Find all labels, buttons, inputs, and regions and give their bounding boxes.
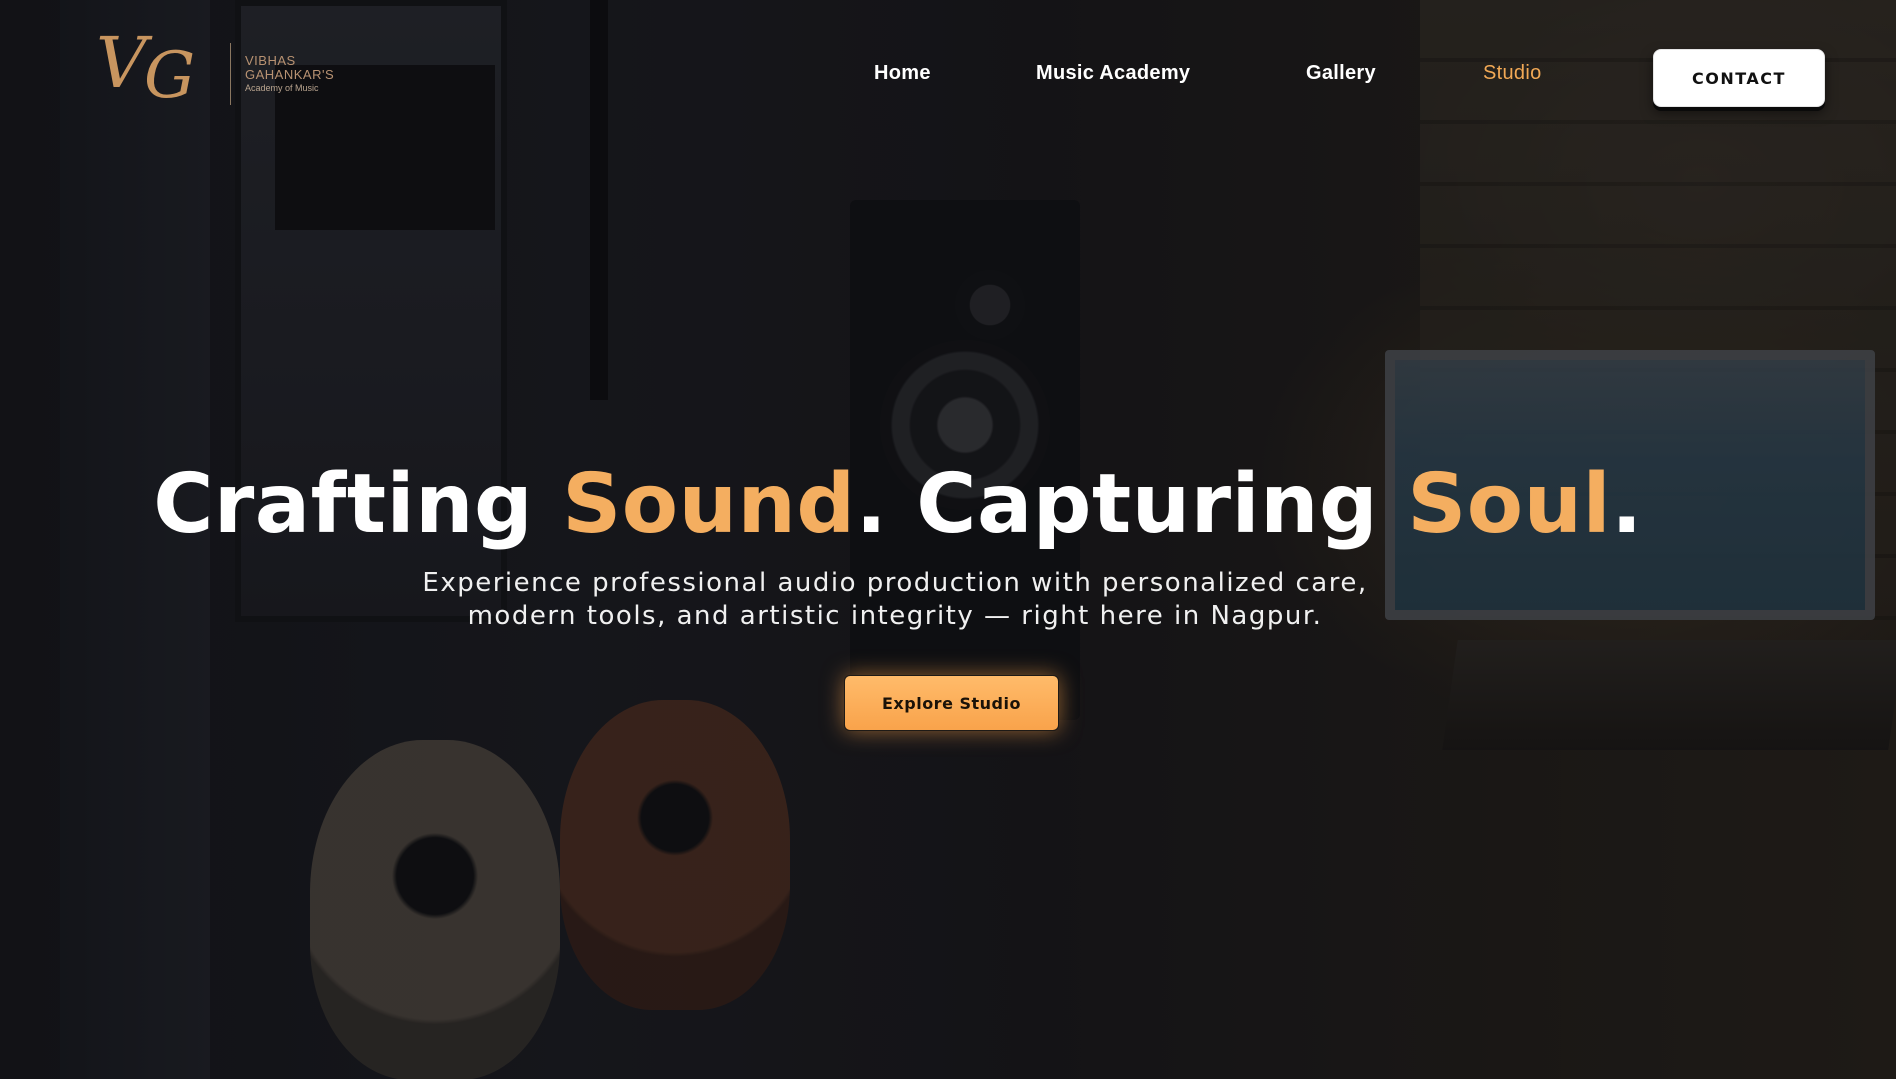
nav-item-studio[interactable]: Studio <box>1483 62 1542 85</box>
title-accent-sound: Sound <box>562 457 856 552</box>
title-accent-soul: Soul <box>1407 457 1612 552</box>
brand-logo[interactable]: V G VIBHAS GAHANKAR'S Academy of Music <box>96 28 334 120</box>
nav-item-home[interactable]: Home <box>874 62 931 85</box>
hero-section: Crafting Sound. Capturing Soul. Experien… <box>0 455 1896 633</box>
nav-item-music-academy[interactable]: Music Academy <box>1036 62 1190 85</box>
logo-divider <box>230 43 231 105</box>
site-header: V G VIBHAS GAHANKAR'S Academy of Music H… <box>0 0 1896 150</box>
vg-monogram-icon: V G <box>96 28 214 120</box>
title-part: . Capturing <box>855 457 1408 552</box>
title-part: . <box>1611 457 1643 552</box>
hero-subtitle: Experience professional audio production… <box>0 567 1843 633</box>
contact-button[interactable]: CONTACT <box>1653 49 1825 107</box>
brand-line-2: GAHANKAR'S <box>245 67 335 82</box>
title-part: Crafting <box>153 457 563 552</box>
monogram-g: G <box>144 39 196 113</box>
brand-line-1: VIBHAS <box>245 53 296 68</box>
subtitle-line-2: modern tools, and artistic integrity — r… <box>467 601 1323 631</box>
studio-page: V G VIBHAS GAHANKAR'S Academy of Music H… <box>0 0 1896 1079</box>
nav-item-gallery[interactable]: Gallery <box>1306 62 1376 85</box>
brand-name: VIBHAS GAHANKAR'S Academy of Music <box>245 54 334 94</box>
hero-title: Crafting Sound. Capturing Soul. <box>0 455 1846 555</box>
subtitle-line-1: Experience professional audio production… <box>422 568 1368 598</box>
brand-tagline: Academy of Music <box>245 83 319 93</box>
explore-studio-button[interactable]: Explore Studio <box>844 675 1059 731</box>
monogram-v: V <box>96 22 147 104</box>
